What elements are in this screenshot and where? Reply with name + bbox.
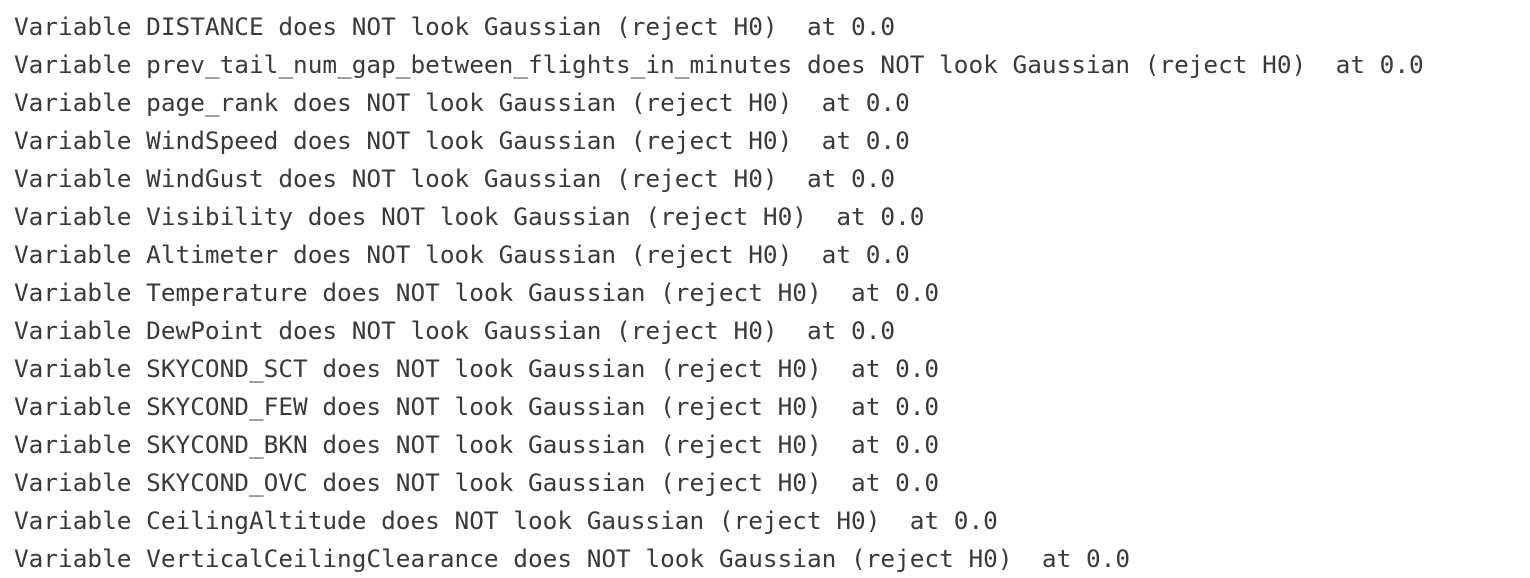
output-line: Variable WindGust does NOT look Gaussian… (14, 164, 896, 193)
output-line: Variable SKYCOND_BKN does NOT look Gauss… (14, 430, 940, 459)
output-line: Variable Altimeter does NOT look Gaussia… (14, 240, 910, 269)
output-line: Variable prev_tail_num_gap_between_fligh… (14, 50, 1424, 79)
output-line: Variable page_rank does NOT look Gaussia… (14, 88, 910, 117)
output-line: Variable SKYCOND_FEW does NOT look Gauss… (14, 392, 940, 421)
cell-output: Variable DISTANCE does NOT look Gaussian… (0, 0, 1530, 578)
output-line: Variable Visibility does NOT look Gaussi… (14, 202, 925, 231)
output-line: Variable WindSpeed does NOT look Gaussia… (14, 126, 910, 155)
output-line: Variable DewPoint does NOT look Gaussian… (14, 316, 896, 345)
output-line: Variable DISTANCE does NOT look Gaussian… (14, 12, 896, 41)
output-line: Variable CeilingAltitude does NOT look G… (14, 506, 998, 535)
output-line: Variable Temperature does NOT look Gauss… (14, 278, 940, 307)
output-line: Variable SKYCOND_OVC does NOT look Gauss… (14, 468, 940, 497)
output-line: Variable SKYCOND_SCT does NOT look Gauss… (14, 354, 940, 383)
output-line: Variable VerticalCeilingClearance does N… (14, 544, 1131, 573)
